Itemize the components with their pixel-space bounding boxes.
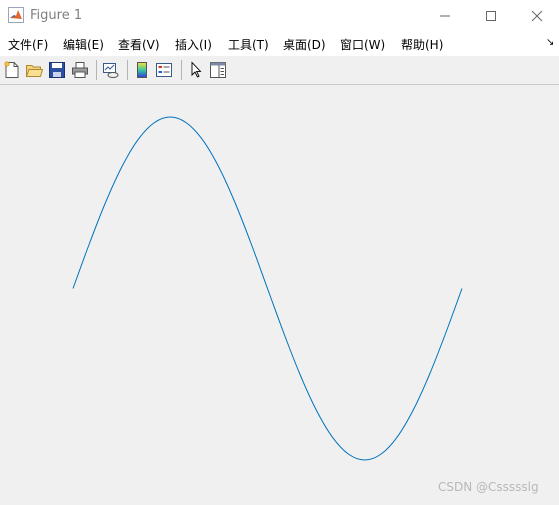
new-figure-icon: [4, 61, 19, 78]
edit-plot-pointer-icon: [191, 61, 202, 78]
insert-legend-icon: [156, 63, 172, 77]
menu-file[interactable]: 文件(F): [8, 36, 48, 53]
toolbar-separator: [181, 60, 182, 80]
menu-window[interactable]: 窗口(W): [340, 36, 385, 53]
menu-tools[interactable]: 工具(T): [228, 36, 269, 53]
save-icon: [49, 62, 65, 78]
toolbar-separator: [96, 60, 97, 80]
toolbar-separator: [127, 60, 128, 80]
print-icon: [72, 62, 88, 78]
print-button[interactable]: [71, 61, 89, 79]
sine-series-line: [72, 116, 463, 461]
edit-plot-button[interactable]: [187, 61, 205, 79]
maximize-button[interactable]: [468, 0, 514, 32]
minimize-icon: [440, 15, 450, 17]
menu-insert[interactable]: 插入(I): [175, 36, 212, 53]
property-inspector-icon: [210, 62, 226, 78]
maximize-icon: [486, 11, 496, 21]
title-bar: Figure 1: [0, 0, 559, 32]
open-file-icon: [25, 65, 43, 77]
close-icon: [531, 10, 543, 22]
insert-colorbar-icon: [137, 62, 147, 78]
figure-toolbar: [0, 56, 559, 85]
new-figure-button[interactable]: [3, 61, 21, 79]
window-title: Figure 1: [30, 8, 83, 23]
menu-view[interactable]: 查看(V): [118, 36, 160, 53]
menu-edit[interactable]: 编辑(E): [63, 36, 104, 53]
close-button[interactable]: [514, 0, 559, 32]
property-inspector-button[interactable]: [209, 61, 227, 79]
watermark: CSDN @Cssssslg: [438, 480, 539, 494]
menu-help[interactable]: 帮助(H): [401, 36, 443, 53]
save-button[interactable]: [48, 61, 66, 79]
menu-desktop[interactable]: 桌面(D): [283, 36, 326, 53]
open-file-button[interactable]: [25, 61, 43, 79]
insert-legend-button[interactable]: [155, 61, 173, 79]
figure-canvas[interactable]: [0, 85, 559, 505]
menu-bar: 文件(F) 编辑(E) 查看(V) 插入(I) 工具(T) 桌面(D) 窗口(W…: [0, 32, 559, 56]
minimize-button[interactable]: [422, 0, 468, 32]
menu-overflow-icon[interactable]: ↘: [546, 37, 554, 48]
matlab-logo-icon: [8, 7, 24, 23]
link-plot-icon: [103, 63, 119, 78]
link-plot-button[interactable]: [102, 61, 120, 79]
insert-colorbar-button[interactable]: [133, 61, 151, 79]
